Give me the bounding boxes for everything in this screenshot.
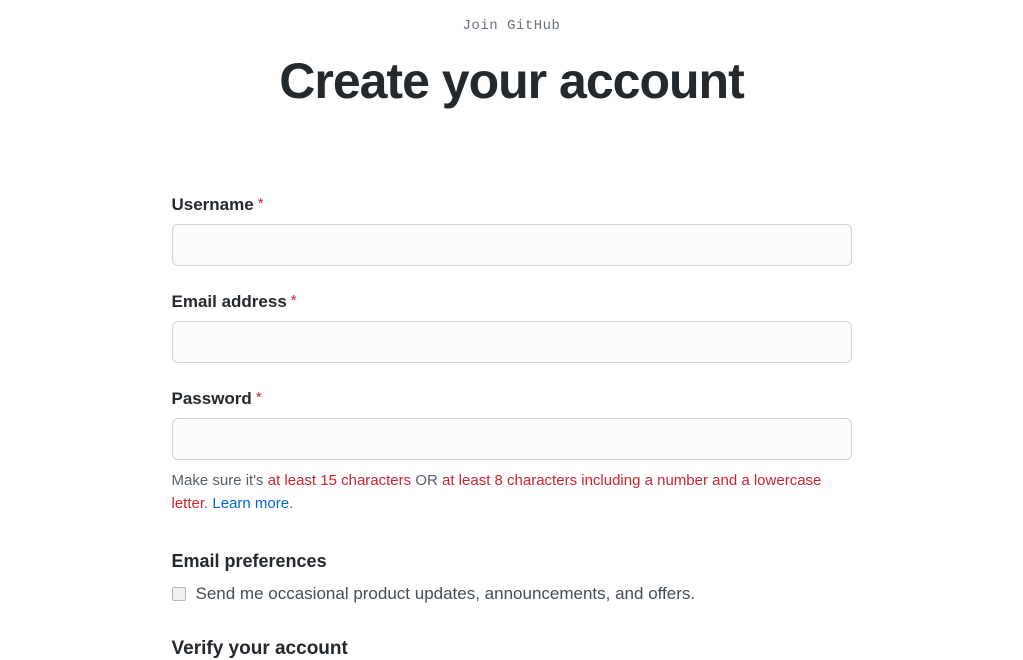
- email-updates-label: Send me occasional product updates, anno…: [196, 584, 696, 604]
- page-title: Create your account: [172, 52, 852, 110]
- email-preferences-row: Send me occasional product updates, anno…: [172, 584, 852, 604]
- required-asterisk: *: [291, 292, 297, 309]
- hint-rule-1: at least 15 characters: [268, 472, 411, 489]
- email-input[interactable]: [172, 321, 852, 363]
- hint-prefix: Make sure it's: [172, 472, 268, 489]
- username-label-text: Username: [172, 195, 254, 215]
- email-label: Email address*: [172, 294, 297, 311]
- pre-title: Join GitHub: [172, 18, 852, 34]
- username-input[interactable]: [172, 224, 852, 266]
- password-hint: Make sure it's at least 15 characters OR…: [172, 470, 852, 515]
- email-updates-checkbox[interactable]: [172, 587, 186, 601]
- email-preferences-heading: Email preferences: [172, 551, 852, 572]
- email-label-text: Email address: [172, 292, 287, 312]
- required-asterisk: *: [258, 195, 264, 212]
- learn-more-link[interactable]: Learn more: [212, 495, 289, 512]
- verify-account-heading: Verify your account: [172, 638, 852, 660]
- username-label: Username*: [172, 197, 264, 214]
- username-group: Username*: [172, 195, 852, 266]
- hint-end: .: [289, 495, 293, 512]
- password-label-text: Password: [172, 389, 252, 409]
- email-group: Email address*: [172, 292, 852, 363]
- required-asterisk: *: [256, 389, 262, 406]
- email-preferences-section: Email preferences Send me occasional pro…: [172, 551, 852, 604]
- password-group: Password* Make sure it's at least 15 cha…: [172, 389, 852, 515]
- password-label: Password*: [172, 391, 262, 408]
- password-input[interactable]: [172, 418, 852, 460]
- hint-or: OR: [411, 472, 442, 489]
